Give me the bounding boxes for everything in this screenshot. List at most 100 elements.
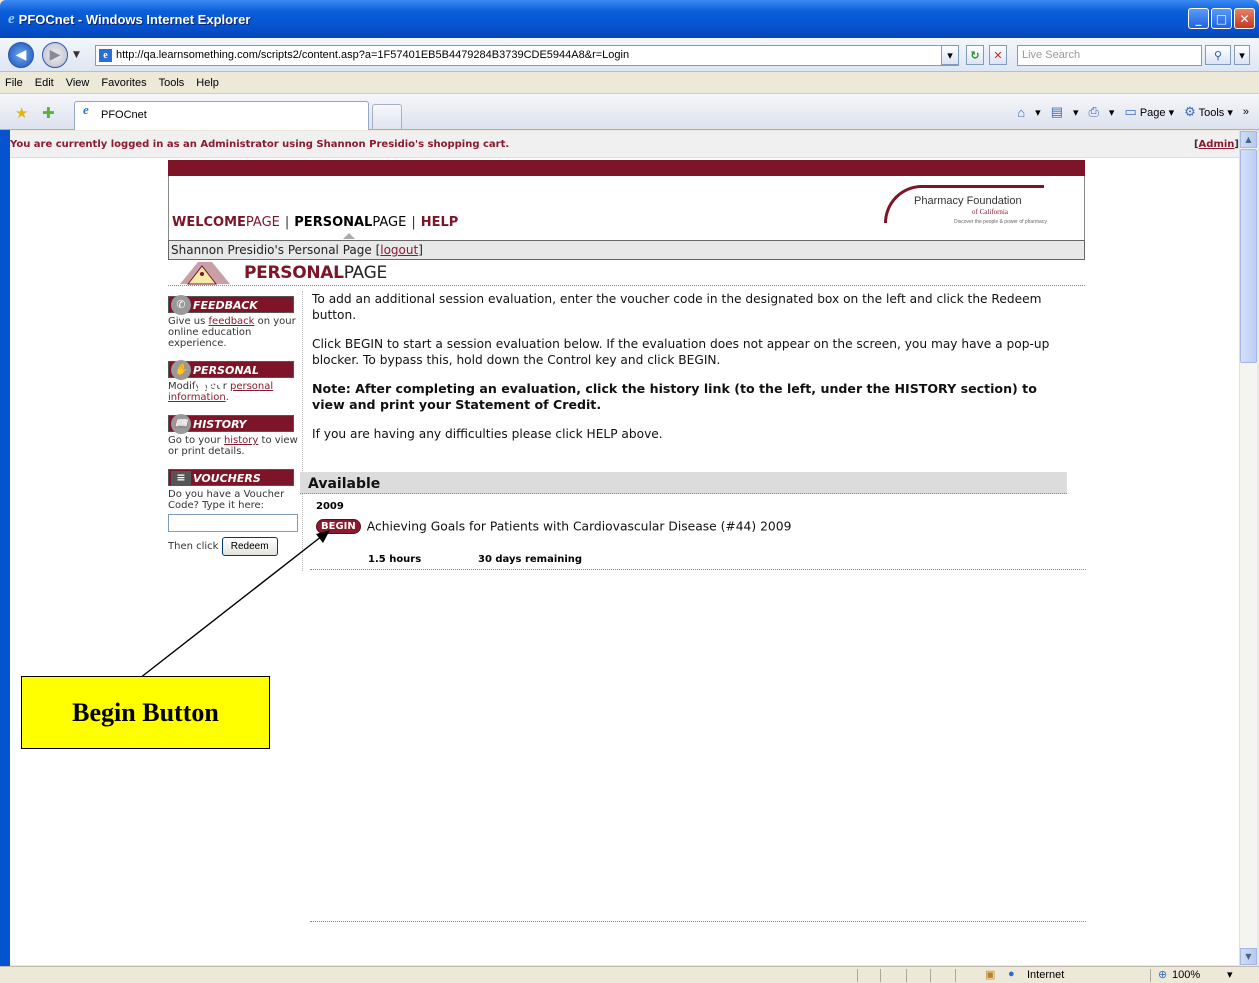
scroll-up-icon[interactable]: ▲ <box>1240 131 1257 148</box>
begin-button[interactable]: BEGIN <box>316 519 361 534</box>
scroll-thumb[interactable] <box>1240 149 1257 363</box>
maximize-button[interactable]: □ <box>1211 8 1232 29</box>
scroll-down-icon[interactable]: ▼ <box>1240 948 1257 965</box>
ie-logo-icon: e <box>8 10 15 27</box>
status-divider <box>955 969 956 982</box>
instructions-begin: Click BEGIN to start a session evaluatio… <box>312 337 1050 367</box>
page-title: PERSONALPAGE <box>244 263 387 283</box>
instructions-note: Note: After completing an evaluation, cl… <box>312 381 1037 412</box>
address-input[interactable]: e http://qa.learnsomething.com/scripts2/… <box>95 45 959 66</box>
title-bar[interactable]: e PFOCnet - Windows Internet Explorer _ … <box>0 0 1259 38</box>
course-meta: 1.5 hours 30 days remaining <box>310 552 1086 570</box>
nav-personal-rest: PAGE <box>372 215 407 230</box>
forward-button[interactable]: ▶ <box>42 42 68 68</box>
command-bar: ⌂ ▾ ▤ ▾ ⎙ ▾ ▭ Page ▾ ⚙ Tools ▾ » <box>1017 104 1249 120</box>
feedback-link[interactable]: feedback <box>209 316 255 327</box>
status-divider <box>906 969 907 982</box>
history-title: HISTORY <box>193 418 247 431</box>
nav-separator-2: | <box>411 215 416 230</box>
logout-link[interactable]: logout <box>380 243 418 257</box>
stop-icon[interactable]: ✕ <box>989 45 1007 65</box>
menu-tools[interactable]: Tools <box>159 77 185 89</box>
instructions-voucher: To add an additional session evaluation,… <box>312 292 1042 322</box>
personal-info-text: Modify your personal information. <box>168 381 301 403</box>
zoom-level[interactable]: 100% <box>1172 969 1200 981</box>
header-red-strip <box>168 160 1085 176</box>
history-text: Go to your history to view or print deta… <box>168 435 301 457</box>
main-content: To add an additional session evaluation,… <box>312 291 1072 455</box>
nav-personal-page[interactable]: PERSONALPAGE <box>294 215 406 230</box>
menu-edit[interactable]: Edit <box>35 77 54 89</box>
feedback-heading[interactable]: ✆ FEEDBACK <box>168 295 294 315</box>
tab-ie-icon: e <box>83 102 89 117</box>
new-tab-button[interactable] <box>372 104 402 130</box>
menu-file[interactable]: File <box>5 77 23 89</box>
menu-bar: File Edit View Favorites Tools Help <box>0 72 1259 94</box>
zoom-dropdown-icon[interactable]: ▾ <box>1227 968 1233 981</box>
home-icon[interactable]: ⌂ <box>1017 105 1025 120</box>
feeds-icon[interactable]: ▤ <box>1051 104 1063 120</box>
tools-menu[interactable]: ⚙ Tools ▾ <box>1184 104 1233 120</box>
home-dropdown-icon[interactable]: ▾ <box>1035 106 1041 119</box>
pharmacy-foundation-logo[interactable]: Pharmacy Foundation of California Discov… <box>884 183 1062 231</box>
begin-button-callout: Begin Button <box>21 676 270 749</box>
history-link[interactable]: history <box>224 435 258 446</box>
print-dropdown-icon[interactable]: ▾ <box>1109 106 1115 119</box>
main-nav: WELCOMEPAGE | PERSONALPAGE | HELP <box>172 215 458 230</box>
menu-view[interactable]: View <box>66 77 90 89</box>
nav-welcome-page[interactable]: WELCOMEPAGE <box>172 215 280 230</box>
print-icon[interactable]: ⎙ <box>1089 104 1099 120</box>
tab-label: PFOCnet <box>101 109 147 121</box>
status-divider <box>880 969 881 982</box>
menu-favorites[interactable]: Favorites <box>101 77 146 89</box>
personal-info-heading[interactable]: ✋ PERSONAL INFO <box>168 360 294 394</box>
page-menu-label: Page <box>1139 107 1166 119</box>
feeds-dropdown-icon[interactable]: ▾ <box>1073 106 1079 119</box>
vertical-scrollbar[interactable]: ▲ ▼ <box>1239 131 1257 965</box>
protected-mode-icon[interactable]: ▣ <box>985 968 995 981</box>
feedback-title: FEEDBACK <box>193 299 258 312</box>
history-pre: Go to your <box>168 435 224 446</box>
close-button[interactable]: ✕ <box>1234 8 1255 29</box>
nav-active-caret <box>343 233 355 239</box>
history-dropdown-icon[interactable]: ▼ <box>73 50 80 60</box>
page-content: You are currently logged in as an Admini… <box>10 131 1239 965</box>
logo-subtitle: of California <box>972 208 1008 216</box>
page-title-bar: PERSONALPAGE <box>168 260 1085 286</box>
site-container: WELCOMEPAGE | PERSONALPAGE | HELP Pharmacy F… <box>168 160 1085 286</box>
status-divider <box>1150 969 1151 982</box>
vouchers-heading[interactable]: ≡ VOUCHERS <box>168 469 294 486</box>
page-menu[interactable]: ▭ Page ▾ <box>1124 104 1174 120</box>
tools-gear-icon: ⚙ <box>1184 104 1196 119</box>
add-favorite-icon[interactable]: ✚ <box>42 104 55 122</box>
address-dropdown-icon[interactable]: ▾ <box>941 45 959 65</box>
live-search-input[interactable]: Live Search <box>1017 45 1202 66</box>
vouchers-box: ≡ VOUCHERS Do you have a Voucher Code? Ty… <box>168 469 301 557</box>
search-options-icon[interactable]: ▾ <box>1234 45 1250 65</box>
feedback-pre: Give us <box>168 316 209 327</box>
page-icon: e <box>99 49 112 62</box>
back-button[interactable]: ◀ <box>8 42 34 68</box>
voucher-prompt: Do you have a Voucher Code? Type it here… <box>168 489 285 511</box>
refresh-icon[interactable]: ↻ <box>966 45 984 65</box>
instructions-help: If you are having any difficulties pleas… <box>312 427 663 441</box>
course-row: BEGIN Achieving Goals for Patients with C… <box>316 516 791 535</box>
logo-tagline: Discover the people & power of pharmacy <box>954 219 1047 225</box>
admin-link[interactable]: Admin <box>1199 139 1235 150</box>
favorites-star-icon[interactable]: ★ <box>15 104 28 122</box>
menu-help[interactable]: Help <box>196 77 219 89</box>
book-icon: 📖 <box>171 414 191 434</box>
chevron-more-icon[interactable]: » <box>1243 106 1249 118</box>
search-icon[interactable]: ⚲ <box>1205 45 1231 65</box>
nav-help[interactable]: HELP <box>421 215 459 230</box>
personal-post: . <box>225 392 229 403</box>
security-zone[interactable]: Internet <box>1027 969 1064 981</box>
history-heading[interactable]: 📖 HISTORY <box>168 414 294 434</box>
tab-pfocnet[interactable]: e PFOCnet <box>74 101 369 130</box>
voucher-code-input[interactable] <box>168 514 298 532</box>
minimize-button[interactable]: _ <box>1188 8 1209 29</box>
feedback-text: Give us feedback on your online educatio… <box>168 316 301 349</box>
redeem-button[interactable]: Redeem <box>221 536 278 556</box>
admin-link-wrap: [Admin] <box>1194 131 1239 158</box>
course-hours: 1.5 hours <box>368 554 422 565</box>
